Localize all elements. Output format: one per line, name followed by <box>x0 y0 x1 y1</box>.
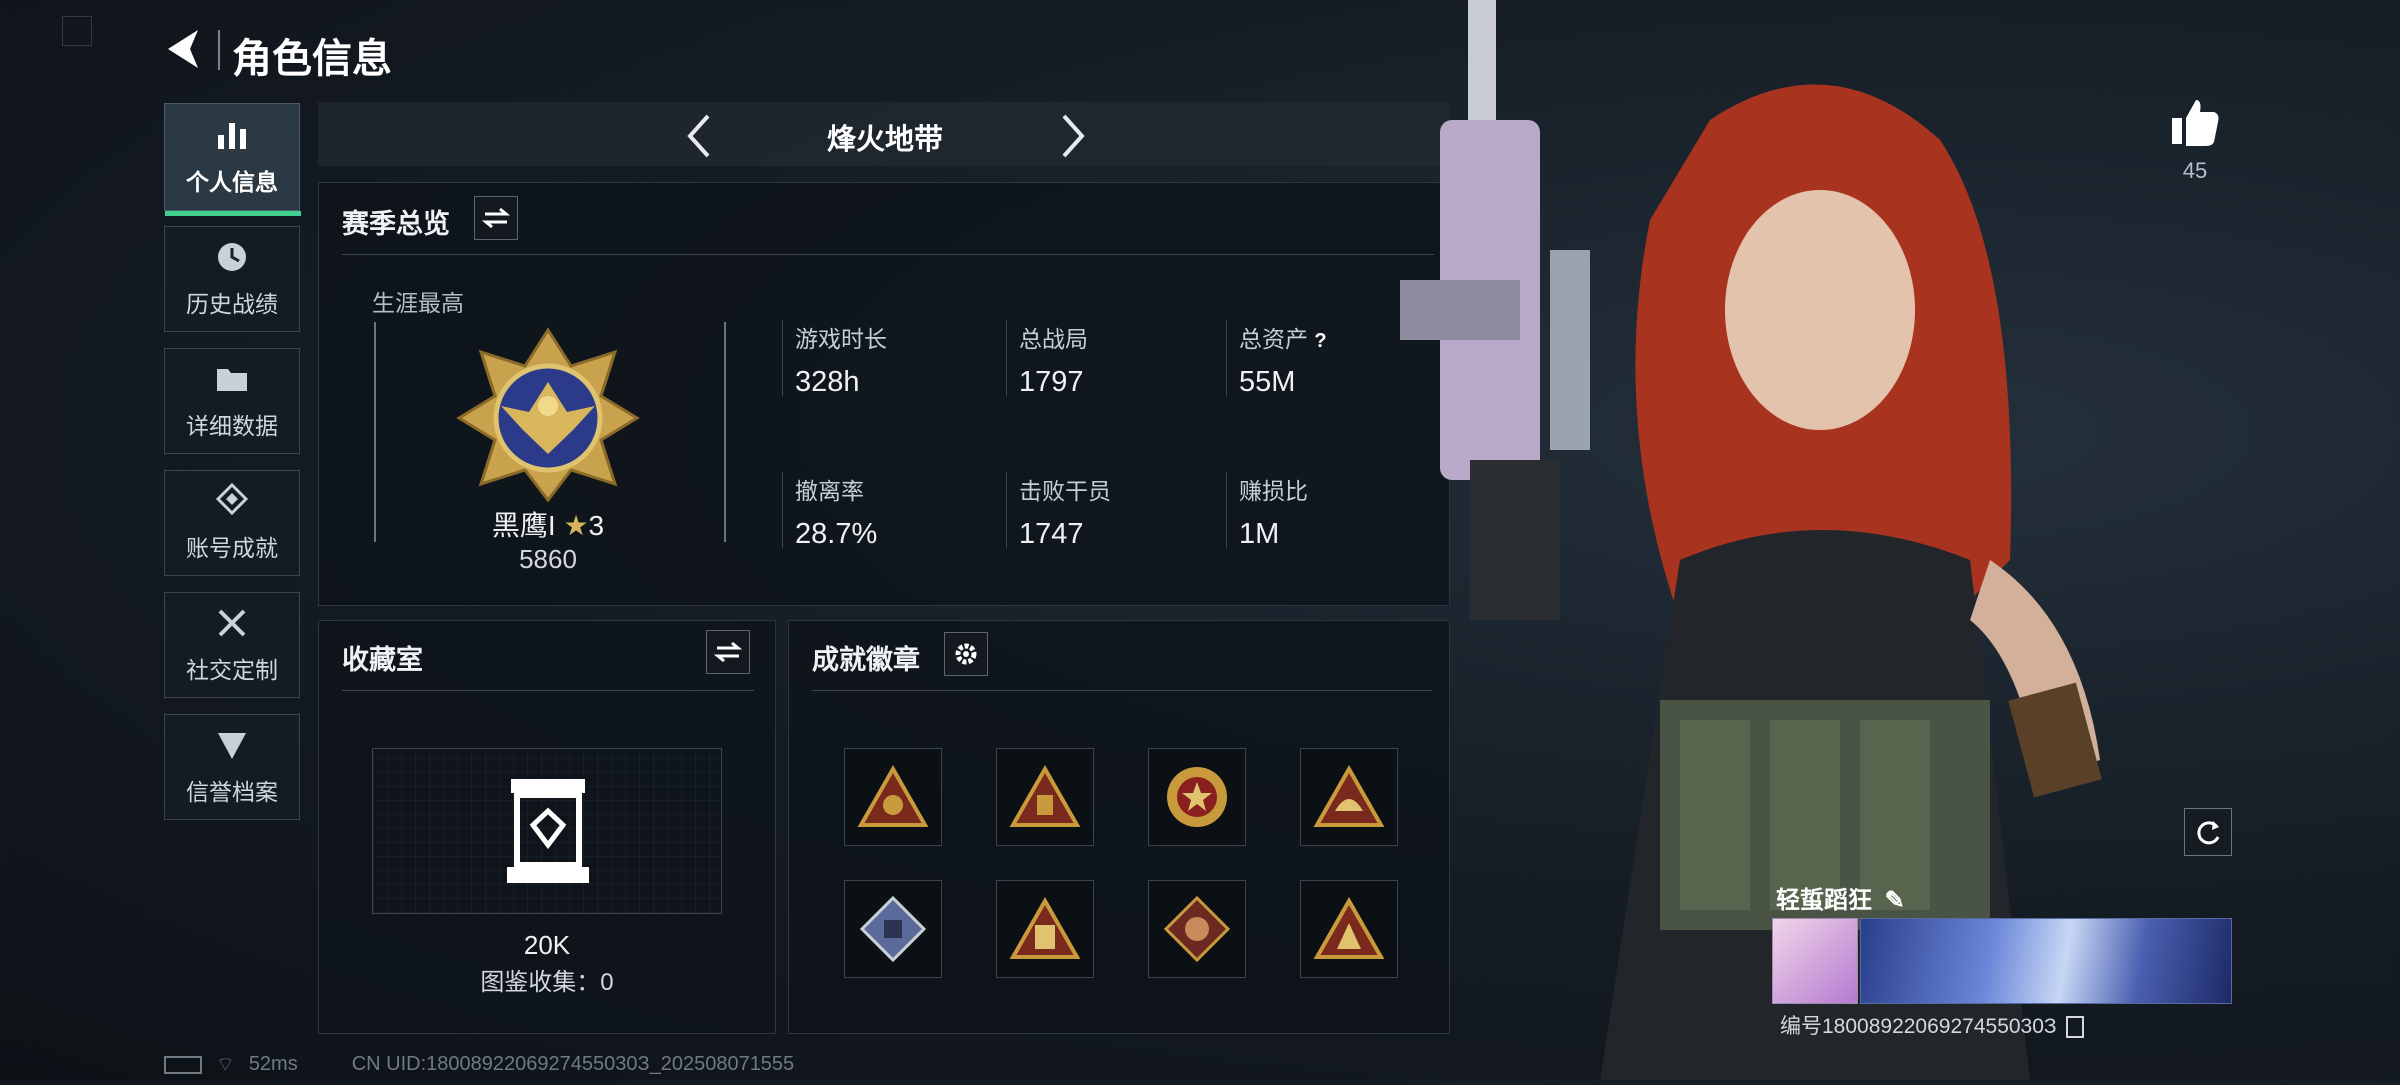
star-icon: ★ <box>563 510 589 541</box>
player-banner[interactable] <box>1860 918 2232 1004</box>
edit-icon[interactable]: ✎ <box>1885 887 1905 914</box>
badge-slot[interactable] <box>1148 880 1246 978</box>
sidebar-item-label: 信誉档案 <box>186 779 278 805</box>
back-button[interactable] <box>162 24 206 74</box>
refresh-icon <box>2197 821 2220 845</box>
chevron-right-icon <box>1062 114 1085 158</box>
page-title: 角色信息 <box>232 37 392 81</box>
battery-icon <box>164 1055 202 1074</box>
chevron-left-icon <box>687 114 710 158</box>
diamond-badge-icon <box>1163 895 1231 963</box>
medal-badge-icon <box>1167 767 1227 827</box>
rank-emblem-icon <box>456 327 640 502</box>
stat-total-assets: 总资产 ? 55M <box>1226 320 1327 398</box>
sidebar-item-label: 个人信息 <box>186 169 278 195</box>
header-divider <box>218 30 220 70</box>
like-count: 45 <box>2182 158 2208 183</box>
status-bar: ⌔ 52ms CN UID:1800892206927455030З_20250… <box>164 1052 794 1077</box>
badges-title: 成就徽章 <box>812 645 920 675</box>
mode-label: 烽火地带 <box>826 124 943 156</box>
collection-value: 20K <box>523 930 571 960</box>
sidebar-item-reputation[interactable]: 信誉档案 <box>164 714 300 820</box>
corner-indicator <box>62 16 92 46</box>
player-avatar[interactable] <box>1772 918 1858 1004</box>
mode-prev-button[interactable] <box>680 110 720 162</box>
swap-icon <box>482 207 510 229</box>
sidebar-item-label: 社交定制 <box>186 657 278 683</box>
sidebar-item-label: 历史战绩 <box>186 291 278 317</box>
triangle-badge-icon <box>1009 897 1081 959</box>
swap-icon <box>714 641 742 663</box>
back-arrow-icon <box>168 30 198 68</box>
player-name: 轻蜇蹈狂 ✎ <box>1776 887 1905 914</box>
badge-slot[interactable] <box>1148 748 1246 846</box>
career-label: 生涯最高 <box>372 290 464 316</box>
uid-text: CN UID:1800892206927455030З_202508071555 <box>351 1053 795 1075</box>
bar-chart-icon <box>218 123 246 149</box>
collection-switch-button[interactable] <box>706 630 750 674</box>
collection-title: 收藏室 <box>342 645 423 675</box>
triangle-badge-icon <box>857 765 929 827</box>
badges-settings-button[interactable] <box>944 632 988 676</box>
badge-slot[interactable] <box>996 880 1094 978</box>
badge-slot[interactable] <box>844 880 942 978</box>
badge-slot[interactable] <box>996 748 1094 846</box>
tools-icon <box>218 609 246 637</box>
copy-icon[interactable] <box>2066 1016 2085 1039</box>
clock-icon <box>218 243 246 271</box>
codex-label: 图鉴收集：0 <box>480 969 614 996</box>
stat-kills: 击败干员 1747 <box>1006 472 1111 550</box>
like-button[interactable] <box>2168 96 2222 150</box>
rank-name: 黑鹰I <box>491 510 556 541</box>
collection-preview[interactable] <box>372 748 722 914</box>
sidebar-item-details[interactable]: 详细数据 <box>164 348 300 454</box>
sidebar-item-label: 账号成就 <box>186 535 278 561</box>
triangle-badge-icon <box>1313 897 1385 959</box>
badges-divider <box>812 690 1432 691</box>
diamond-badge-icon <box>859 895 927 963</box>
stat-play-time: 游戏时长 328h <box>782 320 887 398</box>
active-indicator <box>165 211 301 216</box>
rank-stars: 3 <box>588 510 605 541</box>
sidebar-item-label: 详细数据 <box>186 413 278 439</box>
collection-divider <box>342 690 754 691</box>
thumbs-up-icon <box>2172 100 2219 146</box>
season-title: 赛季总览 <box>342 209 450 239</box>
sidebar-item-social[interactable]: 社交定制 <box>164 592 300 698</box>
stat-profit-ratio: 赚损比 1M <box>1226 472 1308 550</box>
player-id: 编号1800892206927455030З <box>1780 1010 2085 1040</box>
sidebar-item-profile[interactable]: 个人信息 <box>164 103 301 216</box>
sidebar-item-achievements[interactable]: 账号成就 <box>164 470 300 576</box>
rank-display: 黑鹰I ★3 <box>374 504 722 544</box>
wifi-icon: ⌔ <box>216 1054 235 1076</box>
achievement-icon <box>215 483 249 516</box>
stat-extraction-rate: 撤离率 28.7% <box>782 472 877 550</box>
help-icon[interactable]: ? <box>1314 330 1326 352</box>
shield-icon <box>218 733 246 759</box>
triangle-badge-icon <box>1009 765 1081 827</box>
badge-slot[interactable] <box>844 748 942 846</box>
rotate-button[interactable] <box>2184 808 2232 856</box>
stat-total-matches: 总战局 1797 <box>1006 320 1088 398</box>
mode-next-button[interactable] <box>1052 110 1092 162</box>
rank-points: 5860 <box>519 544 577 574</box>
gear-icon <box>955 643 977 665</box>
season-switch-button[interactable] <box>474 196 518 240</box>
display-case-icon <box>507 779 589 883</box>
sidebar-item-history[interactable]: 历史战绩 <box>164 226 300 332</box>
season-divider <box>342 254 1434 255</box>
folder-icon <box>217 369 247 391</box>
ping-value: 52ms <box>248 1053 298 1075</box>
triangle-badge-icon <box>1313 765 1385 827</box>
